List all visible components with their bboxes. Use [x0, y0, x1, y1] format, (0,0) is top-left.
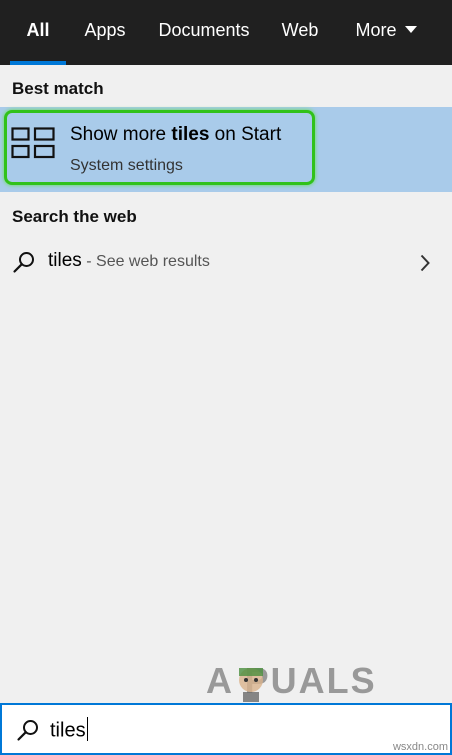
tab-all-label: All: [26, 20, 50, 40]
best-match-title: Show more tiles on Start: [70, 124, 281, 146]
web-result-suffix: - See web results: [81, 253, 210, 270]
web-result-text: tiles - See web results: [48, 250, 210, 272]
search-input-value: tiles: [50, 719, 86, 742]
best-match-heading: Best match: [12, 79, 104, 98]
tab-web-label: Web: [281, 20, 319, 40]
tab-apps[interactable]: Apps: [78, 0, 132, 65]
search-icon: [13, 252, 34, 273]
web-result-query: tiles: [48, 250, 82, 271]
active-tab-indicator: [10, 61, 66, 65]
tab-web[interactable]: Web: [276, 0, 324, 65]
tab-more-label: More: [355, 20, 397, 40]
search-box[interactable]: tiles: [0, 703, 452, 755]
best-match-title-suffix: on Start: [209, 124, 282, 145]
tab-more[interactable]: More: [346, 0, 426, 65]
tab-all[interactable]: All: [10, 0, 66, 65]
tab-documents[interactable]: Documents: [152, 0, 256, 65]
best-match-subtitle: System settings: [70, 157, 183, 174]
best-match-title-prefix: Show more: [70, 124, 172, 145]
web-result-row[interactable]: tiles - See web results: [0, 240, 452, 284]
tab-documents-label: Documents: [158, 20, 250, 40]
chevron-right-icon[interactable]: [420, 254, 430, 272]
best-match-title-keyword: tiles: [171, 124, 210, 145]
chevron-down-icon: [404, 25, 417, 33]
watermark-mascot-icon: [239, 668, 263, 702]
source-credit: wsxdn.com: [392, 741, 448, 753]
tiles-layout-icon: [11, 127, 55, 159]
search-filter-tabs: All Apps Documents Web More: [0, 0, 452, 65]
tab-apps-label: Apps: [84, 20, 126, 40]
search-web-heading: Search the web: [12, 207, 137, 226]
text-caret: [86, 717, 88, 741]
search-box-icon: [17, 720, 38, 741]
search-input[interactable]: tiles: [50, 717, 88, 743]
